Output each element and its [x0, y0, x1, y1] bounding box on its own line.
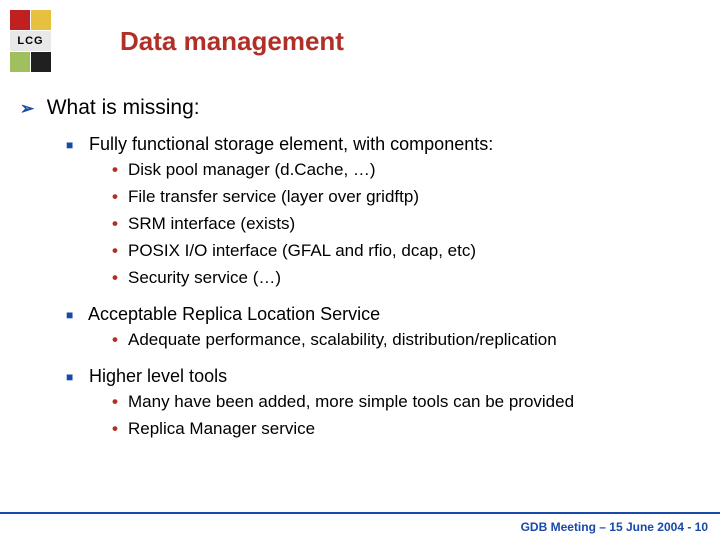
dot-bullet-icon: • — [112, 329, 128, 352]
logo-label: LCG — [10, 31, 51, 51]
dot-bullet-icon: • — [112, 213, 128, 236]
logo-tile-black — [31, 52, 51, 72]
logo-tile-red — [10, 10, 30, 30]
square-bullet-icon: ■ — [66, 138, 84, 152]
list-item: •Adequate performance, scalability, dist… — [112, 329, 700, 352]
footer: GDB Meeting – 15 June 2004 - 10 — [0, 512, 720, 540]
section-label: Higher level tools — [89, 366, 227, 386]
list-item-text: Disk pool manager (d.Cache, …) — [128, 160, 376, 179]
square-bullet-icon: ■ — [66, 370, 84, 384]
slide-body: ➢ What is missing: ■ Fully functional st… — [20, 96, 700, 441]
list-item-text: Many have been added, more simple tools … — [128, 392, 574, 411]
list-item-text: Replica Manager service — [128, 419, 315, 438]
list-item: •File transfer service (layer over gridf… — [112, 186, 700, 209]
list-item: •Security service (…) — [112, 267, 700, 290]
logo: LCG — [10, 10, 52, 74]
list-item: •SRM interface (exists) — [112, 213, 700, 236]
list-item-text: POSIX I/O interface (GFAL and rfio, dcap… — [128, 241, 476, 260]
square-bullet-icon: ■ — [66, 308, 84, 322]
list-item: •Disk pool manager (d.Cache, …) — [112, 159, 700, 182]
list-item: •Many have been added, more simple tools… — [112, 391, 700, 414]
section-label: Fully functional storage element, with c… — [89, 134, 493, 154]
list-item-text: SRM interface (exists) — [128, 214, 295, 233]
section-label: Acceptable Replica Location Service — [88, 304, 380, 324]
dot-bullet-icon: • — [112, 186, 128, 209]
dot-bullet-icon: • — [112, 240, 128, 263]
dot-bullet-icon: • — [112, 391, 128, 414]
logo-tile-green — [10, 52, 30, 72]
list-item: •POSIX I/O interface (GFAL and rfio, dca… — [112, 240, 700, 263]
list-item-text: File transfer service (layer over gridft… — [128, 187, 419, 206]
slide-title: Data management — [120, 26, 344, 57]
dot-bullet-icon: • — [112, 159, 128, 182]
heading-text: What is missing: — [47, 96, 200, 119]
section-row: ■ Higher level tools — [66, 366, 700, 387]
dot-bullet-icon: • — [112, 267, 128, 290]
arrow-bullet-icon: ➢ — [20, 99, 42, 119]
logo-tile-yellow — [31, 10, 51, 30]
list-item-text: Security service (…) — [128, 268, 281, 287]
list-item-text: Adequate performance, scalability, distr… — [128, 330, 557, 349]
heading-row: ➢ What is missing: — [20, 96, 700, 120]
list-item: •Replica Manager service — [112, 418, 700, 441]
section-row: ■ Fully functional storage element, with… — [66, 134, 700, 155]
dot-bullet-icon: • — [112, 418, 128, 441]
footer-text: GDB Meeting – 15 June 2004 - 10 — [521, 520, 708, 534]
section-row: ■ Acceptable Replica Location Service — [66, 304, 700, 325]
